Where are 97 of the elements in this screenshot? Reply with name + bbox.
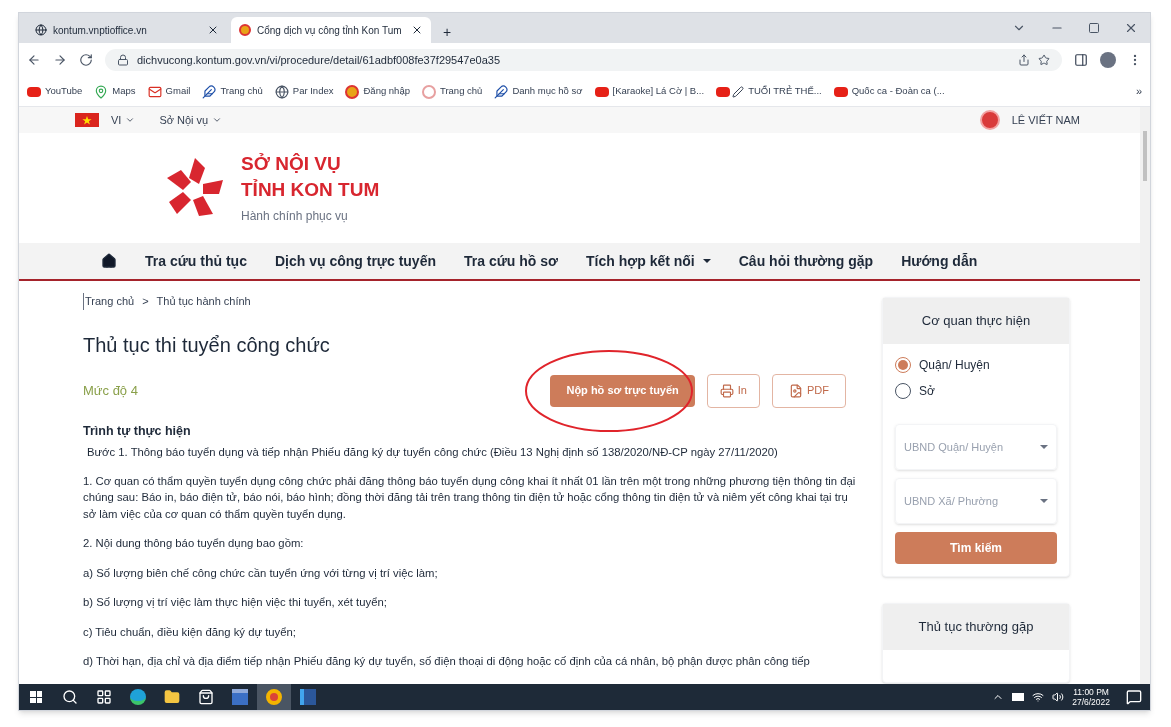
level-label: Mức độ 4	[83, 381, 139, 400]
bookmark[interactable]: TUỔI TRẺ THẾ...	[716, 84, 822, 99]
feather-icon	[202, 84, 217, 99]
notification-icon[interactable]	[1126, 689, 1142, 705]
wifi-icon[interactable]	[1032, 691, 1045, 703]
chrome-icon[interactable]	[266, 689, 282, 705]
caret-icon	[1040, 499, 1048, 503]
chevron-down-icon	[125, 115, 136, 125]
globe-icon	[274, 84, 289, 99]
restore-icon[interactable]	[1088, 22, 1100, 34]
video-icon	[716, 86, 731, 97]
tagline: Hành chính phục vụ	[241, 208, 349, 225]
clock[interactable]: 11:00 PM 27/6/2022	[1072, 687, 1110, 707]
search-icon[interactable]	[62, 689, 78, 705]
video-icon	[833, 86, 848, 97]
nav-link[interactable]: Tích hợp kết nối	[586, 250, 711, 272]
bookmark[interactable]: Maps	[94, 84, 136, 99]
caret-icon	[1040, 445, 1048, 449]
paragraph: 1. Cơ quan có thẩm quyền tuyển dụng công chức phải đăng thông báo tuyển dụng công khai ít nhất 01 lần trên một trong những phương tiện thông tin đại chúng sau: Báo in, báo điện tử, báo nói, báo hình; đồng thời đăng tải trên trang thông tin điện tử hoặc cổng thông tin điện tử và niêm yết công khai tại trụ sở làm việc của cơ quan có thẩm quyền tuyển dụng.	[83, 473, 857, 522]
radio-option[interactable]: Sở	[895, 382, 1057, 400]
paragraph: b) Số lượng vị trí việc làm thực hiện việc thi tuyển, xét tuyển;	[83, 595, 388, 611]
task-view-icon[interactable]	[96, 689, 112, 705]
more-bookmarks[interactable]: »	[1135, 83, 1142, 100]
nav-link[interactable]: Câu hỏi thường gặp	[738, 250, 874, 272]
flag-icon	[75, 113, 99, 127]
bookmark[interactable]: Đăng nhập	[345, 84, 410, 99]
side-panel-icon[interactable]	[1074, 53, 1088, 67]
word-icon[interactable]	[300, 689, 316, 705]
globe-icon	[35, 24, 47, 36]
org-name: SỞ NỘI VỤ	[241, 152, 342, 176]
close-icon[interactable]	[207, 24, 219, 36]
avatar-icon[interactable]	[1100, 52, 1116, 68]
agency-card-title: Cơ quan thực hiện	[883, 298, 1069, 344]
nav-link[interactable]: Hướng dẫn	[901, 250, 978, 272]
browser-tab[interactable]: Cổng dịch vụ công tỉnh Kon Tum	[231, 17, 431, 43]
bookmark[interactable]: Trang chủ	[202, 84, 263, 99]
department-select[interactable]: Sở Nội vụ	[159, 111, 223, 129]
bookmark-star-icon[interactable]	[1038, 54, 1050, 66]
image-file-icon	[789, 383, 803, 398]
ring-icon	[421, 84, 436, 99]
speaker-icon[interactable]	[1052, 691, 1065, 703]
org-province: TỈNH KON TUM	[241, 178, 380, 202]
nav-link[interactable]: Tra cứu hồ sơ	[464, 250, 558, 272]
chevron-down-icon	[212, 115, 223, 125]
user-name[interactable]: LÊ VIẾT NAM	[1011, 111, 1080, 129]
paragraph: d) Thời hạn, địa chỉ và địa điểm tiếp nhận Phiếu đăng ký dự tuyển, số điện thoại di động hoặc cố định của cá nhân, bộ phận được phân công tiếp	[83, 654, 811, 670]
paragraph: c) Tiêu chuẩn, điều kiện đăng ký dự tuyển;	[83, 624, 297, 640]
share-icon[interactable]	[1018, 54, 1030, 66]
paragraph: Bước 1. Thông báo tuyển dụng và tiếp nhận Phiếu đăng ký dự tuyển công chức (Điều 13 Nghị định số 138/2020/NĐ-CP ngày 27/11/2020)	[86, 445, 779, 461]
paragraph: 2. Nội dung thông báo tuyển dụng bao gồm:	[83, 536, 305, 552]
video-icon	[27, 86, 41, 97]
bookmark[interactable]: Quốc ca - Đoàn ca (...	[833, 84, 945, 99]
back-icon[interactable]	[27, 53, 41, 67]
pdf-button[interactable]: PDF	[772, 373, 846, 408]
language-select[interactable]: VI	[111, 111, 136, 129]
user-avatar-icon	[979, 110, 1000, 130]
pen-icon	[732, 85, 745, 98]
nav-link[interactable]: Tra cứu thủ tục	[145, 250, 247, 272]
scrollbar[interactable]	[1140, 107, 1150, 684]
print-button[interactable]: In	[706, 373, 760, 408]
bookmark[interactable]: Danh mục hồ sơ	[494, 84, 583, 99]
page-title: Thủ tục thi tuyển công chức	[83, 332, 331, 358]
browser-icon[interactable]	[130, 689, 146, 705]
lock-icon	[117, 54, 129, 66]
close-icon[interactable]	[411, 24, 423, 36]
bookmark[interactable]: Trang chủ	[421, 84, 483, 99]
bookmark[interactable]: Gmail	[147, 84, 191, 99]
store-icon[interactable]	[198, 689, 214, 705]
section-title: Trình tự thực hiện	[83, 422, 192, 440]
bookmark[interactable]: Par Index	[274, 84, 334, 99]
address-bar[interactable]: dichvucong.kontum.gov.vn/vi/procedure/detail/61adbf008fe37f29547e0a35	[105, 49, 1062, 71]
breadcrumb-link[interactable]: Thủ tục hành chính	[156, 293, 251, 310]
bookmark[interactable]: [Karaoke] Lá Cờ | B...	[594, 84, 705, 99]
common-card-title: Thủ tục thường gặp	[883, 604, 1069, 650]
emblem-icon	[345, 84, 360, 99]
map-pin-icon	[94, 84, 109, 99]
url-text: dichvucong.kontum.gov.vn/vi/procedure/detail/61adbf008fe37f29547e0a35	[137, 52, 502, 68]
forward-icon[interactable]	[53, 53, 67, 67]
home-icon[interactable]	[101, 253, 117, 269]
nav-link[interactable]: Dịch vụ công trực tuyến	[274, 250, 436, 272]
new-tab-button[interactable]: +	[435, 21, 460, 43]
reload-icon[interactable]	[79, 53, 93, 67]
breadcrumb-separator: >	[142, 294, 149, 309]
emblem-icon	[239, 24, 251, 36]
video-icon	[594, 86, 609, 97]
feather-icon	[494, 84, 509, 99]
tab-title: Cổng dịch vụ công tỉnh Kon Tum	[257, 23, 403, 38]
windows-logo-icon	[30, 691, 42, 703]
mail-icon	[147, 84, 162, 99]
bookmark[interactable]: YouTube	[27, 84, 83, 99]
radio-option[interactable]: Quận/ Huyện	[895, 356, 1057, 374]
folder-icon[interactable]	[164, 689, 180, 705]
printer-icon	[719, 383, 734, 398]
battery-icon[interactable]	[1012, 693, 1025, 701]
tab-title: kontum.vnptioffice.vn	[53, 23, 148, 38]
paragraph: a) Số lượng biên chế công chức cần tuyển ứng với từng vị trí việc làm;	[83, 565, 439, 581]
breadcrumb-link[interactable]: Trang chủ	[83, 293, 135, 310]
